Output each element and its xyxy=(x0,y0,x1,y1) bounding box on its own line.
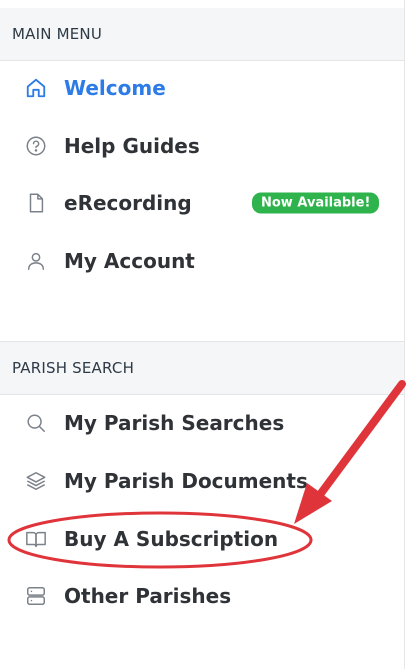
help-circle-icon xyxy=(24,134,48,158)
sidebar-item-label: Help Guides xyxy=(64,134,200,158)
book-open-icon xyxy=(24,527,48,551)
sidebar-item-buy-a-subscription[interactable]: Buy A Subscription xyxy=(0,517,404,561)
sidebar-item-other-parishes[interactable]: Other Parishes xyxy=(0,574,404,618)
sidebar-panel: MAIN MENU Welcome Help Guides eRecording xyxy=(0,0,405,669)
sidebar-item-label: eRecording xyxy=(64,191,192,215)
now-available-badge: Now Available! xyxy=(252,192,380,214)
search-icon xyxy=(24,411,48,435)
sidebar-item-label: My Parish Searches xyxy=(64,411,285,435)
file-icon xyxy=(24,191,48,215)
main-menu-header-label: MAIN MENU xyxy=(12,25,103,43)
main-menu-header: MAIN MENU xyxy=(0,8,404,61)
layers-icon xyxy=(24,469,48,493)
sidebar-item-my-parish-documents[interactable]: My Parish Documents xyxy=(0,459,404,503)
parish-search-header-label: PARISH SEARCH xyxy=(12,359,135,377)
sidebar-item-erecording[interactable]: eRecording Now Available! xyxy=(0,181,404,225)
sidebar-item-label: My Parish Documents xyxy=(64,469,308,493)
sidebar-item-label: Other Parishes xyxy=(64,584,232,608)
sidebar-item-welcome[interactable]: Welcome xyxy=(0,66,404,110)
user-icon xyxy=(24,249,48,273)
sidebar-item-label: My Account xyxy=(64,249,195,273)
sidebar-item-my-parish-searches[interactable]: My Parish Searches xyxy=(0,401,404,445)
sidebar-item-label: Welcome xyxy=(64,76,166,100)
sidebar-item-label: Buy A Subscription xyxy=(64,527,279,551)
home-icon xyxy=(24,76,48,100)
server-icon xyxy=(24,584,48,608)
parish-search-header: PARISH SEARCH xyxy=(0,341,404,395)
sidebar-item-help-guides[interactable]: Help Guides xyxy=(0,124,404,168)
sidebar-item-my-account[interactable]: My Account xyxy=(0,239,404,283)
